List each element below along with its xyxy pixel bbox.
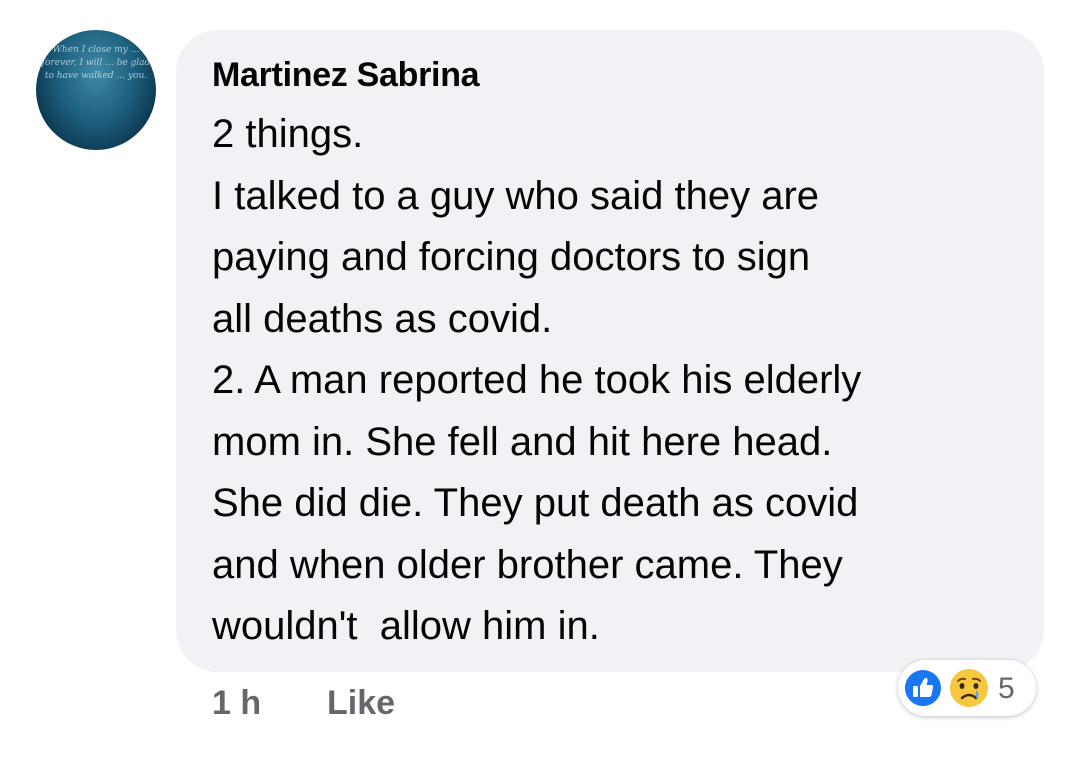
comment-body-line: mom in. She fell and hit here head. [212,419,833,464]
comment-body-line: I talked to a guy who said they are [212,173,820,218]
comment-body-line: paying and forcing doctors to sign [212,235,811,279]
comment-bubble: Martinez Sabrina 2 things. I talked to a… [176,30,1044,672]
avatar[interactable]: When I close my ... forever, I will ... … [36,30,156,150]
reaction-count: 5 [998,672,1015,705]
avatar-text: When I close my ... forever, I will ... … [41,45,151,81]
comment-body-line: She did die. They put death as covid [212,481,859,525]
comment-body-line: 2. A man reported he took his elderly [212,358,862,402]
sad-icon [947,666,991,710]
comment-body-line: and when older brother came. They [212,542,843,587]
comment-body-line: all deaths as covid. [212,296,553,341]
comment-body-line: 2 things. [212,112,364,156]
like-button[interactable]: Like [327,684,395,723]
comment-author[interactable]: Martinez Sabrina [212,56,480,95]
reactions-summary[interactable]: 5 [898,660,1036,716]
comment-body: 2 things. I talked to a guy who said the… [212,104,1032,658]
like-icon [903,668,943,708]
comment-body-line: wouldn't allow him in. [212,604,600,648]
comment-timestamp[interactable]: 1 h [212,684,261,723]
